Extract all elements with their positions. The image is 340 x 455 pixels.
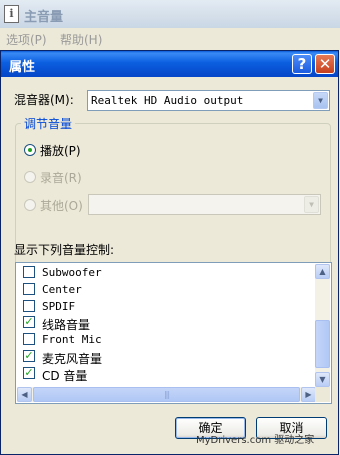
close-button[interactable]: ✕: [315, 54, 335, 74]
subwoofer-checkbox[interactable]: [23, 266, 35, 278]
main-window-titlebar: i 主音量: [0, 0, 340, 28]
front-mic-checkbox[interactable]: [23, 333, 35, 345]
list-item-label: Front Mic: [42, 333, 102, 346]
playback-radio-label[interactable]: 播放(P): [40, 142, 81, 159]
help-button[interactable]: ?: [292, 54, 312, 74]
menu-options[interactable]: 选项(P): [6, 31, 47, 48]
other-radio-label[interactable]: 其他(O): [40, 197, 83, 214]
list-item-label: Subwoofer: [42, 266, 102, 279]
menu-help[interactable]: 帮助(H): [60, 31, 102, 48]
playback-radio[interactable]: [24, 144, 36, 156]
scrollbar-corner: [315, 387, 330, 402]
main-window-menubar: 选项(P) 帮助(H): [0, 28, 340, 48]
chevron-down-icon[interactable]: ▼: [304, 196, 319, 213]
checkmark-icon: ✓: [24, 315, 34, 328]
other-device-select[interactable]: ▼: [88, 194, 321, 215]
mixer-select-value: Realtek HD Audio output: [91, 94, 244, 107]
center-checkbox[interactable]: [23, 283, 35, 295]
arrow-right-icon[interactable]: ▶: [301, 387, 316, 402]
volume-app-icon: i: [4, 5, 19, 23]
list-item-label: SPDIF: [42, 300, 76, 313]
arrow-up-icon[interactable]: ▲: [315, 264, 330, 279]
adjust-volume-group-title: 调节音量: [21, 115, 76, 132]
list-item-label: 线路音量: [42, 318, 91, 332]
list-item-label: 麦克风音量: [42, 352, 103, 366]
horizontal-scrollbar[interactable]: ◀ ||| ▶: [17, 387, 316, 402]
chevron-down-icon[interactable]: ▼: [313, 92, 328, 109]
arrow-left-icon[interactable]: ◀: [17, 387, 32, 402]
checkmark-icon: ✓: [24, 349, 34, 362]
other-radio[interactable]: [24, 199, 36, 211]
recording-radio-label[interactable]: 录音(R): [40, 169, 82, 186]
checkmark-icon: ✓: [24, 366, 34, 379]
properties-dialog: 属性 ? ✕ 混音器(M): Realtek HD Audio output ▼…: [0, 50, 339, 455]
dialog-title: 属性: [9, 60, 36, 75]
recording-radio[interactable]: [24, 171, 36, 183]
mixer-label: 混音器(M):: [14, 93, 74, 107]
vertical-scrollbar[interactable]: ▲ ▼: [315, 264, 330, 387]
arrow-down-icon[interactable]: ▼: [315, 372, 330, 387]
list-item-label: Center: [42, 283, 82, 296]
dialog-titlebar[interactable]: 属性 ? ✕: [1, 51, 338, 77]
microphone-checkbox[interactable]: ✓: [23, 350, 35, 362]
line-in-checkbox[interactable]: ✓: [23, 316, 35, 328]
volume-controls-list[interactable]: Subwoofer Center SPDIF ✓ 线路音量 Front Mic …: [15, 262, 332, 404]
vertical-scroll-thumb[interactable]: [315, 320, 330, 368]
spdif-checkbox[interactable]: [23, 300, 35, 312]
list-item-label: CD 音量: [42, 369, 88, 383]
horizontal-scroll-thumb[interactable]: |||: [33, 387, 300, 402]
watermark-text: MyDrivers.com 驱动之家: [196, 435, 315, 446]
volume-controls-label: 显示下列音量控制:: [14, 243, 115, 257]
cd-checkbox[interactable]: ✓: [23, 367, 35, 379]
main-window-title: 主音量: [24, 10, 64, 25]
mixer-select[interactable]: Realtek HD Audio output ▼: [87, 90, 330, 111]
